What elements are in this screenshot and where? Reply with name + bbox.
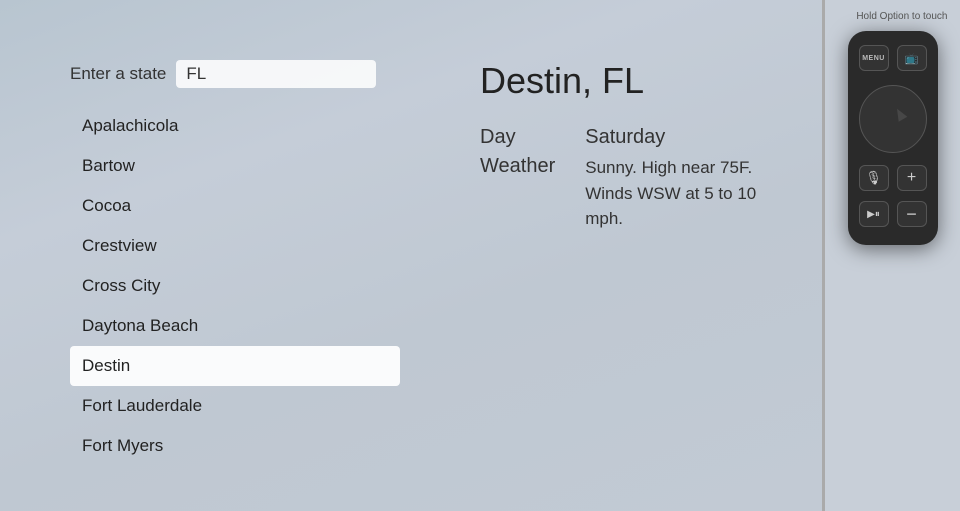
tv-screen: Enter a state FL ApalachicolaBartowCocoa… [0,0,825,511]
city-item[interactable]: Crestview [70,226,400,266]
weather-info: Day Weather Saturday Sunny. High near 75… [480,126,792,232]
tv-icon: 📺 [905,52,919,65]
play-pause-button[interactable]: ▶⏸ [859,201,889,227]
city-item[interactable]: Bartow [70,146,400,186]
state-input[interactable]: FL [176,60,376,88]
city-item[interactable]: Cocoa [70,186,400,226]
remote-mid-buttons: 🎙 + [859,165,927,191]
minus-icon: − [906,204,917,225]
mic-button[interactable]: 🎙 [859,165,889,191]
day-label: Day [480,126,555,149]
city-item[interactable]: Cross City [70,266,400,306]
city-list: ApalachicolaBartowCocoaCrestviewCross Ci… [70,106,400,466]
remote-top-buttons: MENU 📺 [859,45,927,71]
weather-labels: Day Weather [480,126,555,232]
remote-panel: Hold Option to touch MENU 📺 🎙 + ▶⏸ [825,0,960,511]
weather-label: Weather [480,155,555,178]
day-value: Saturday [585,126,765,149]
tv-button[interactable]: 📺 [897,45,927,71]
play-pause-icon: ▶⏸ [867,209,880,220]
city-item[interactable]: Apalachicola [70,106,400,146]
weather-description: Sunny. High near 75F. Winds WSW at 5 to … [585,155,765,232]
mic-icon: 🎙 [865,170,882,186]
city-item[interactable]: Daytona Beach [70,306,400,346]
city-item[interactable]: Fort Lauderdale [70,386,400,426]
city-item[interactable]: Fort Myers [70,426,400,466]
weather-detail-panel: Destin, FL Day Weather Saturday Sunny. H… [400,0,822,511]
city-list-panel: Enter a state FL ApalachicolaBartowCocoa… [0,0,400,511]
state-input-row: Enter a state FL [70,60,400,88]
city-item[interactable]: Destin [70,346,400,386]
remote-hint: Hold Option to touch [838,10,948,23]
weather-values: Saturday Sunny. High near 75F. Winds WSW… [585,126,765,232]
city-title: Destin, FL [480,60,792,102]
menu-button[interactable]: MENU [859,45,889,71]
volume-down-button[interactable]: − [897,201,927,227]
volume-up-button[interactable]: + [897,165,927,191]
plus-icon: + [907,169,916,187]
state-label: Enter a state [70,64,166,84]
remote-bottom-buttons: ▶⏸ − [859,201,927,227]
remote-touchpad[interactable] [859,85,927,153]
remote-control: MENU 📺 🎙 + ▶⏸ − [848,31,938,245]
